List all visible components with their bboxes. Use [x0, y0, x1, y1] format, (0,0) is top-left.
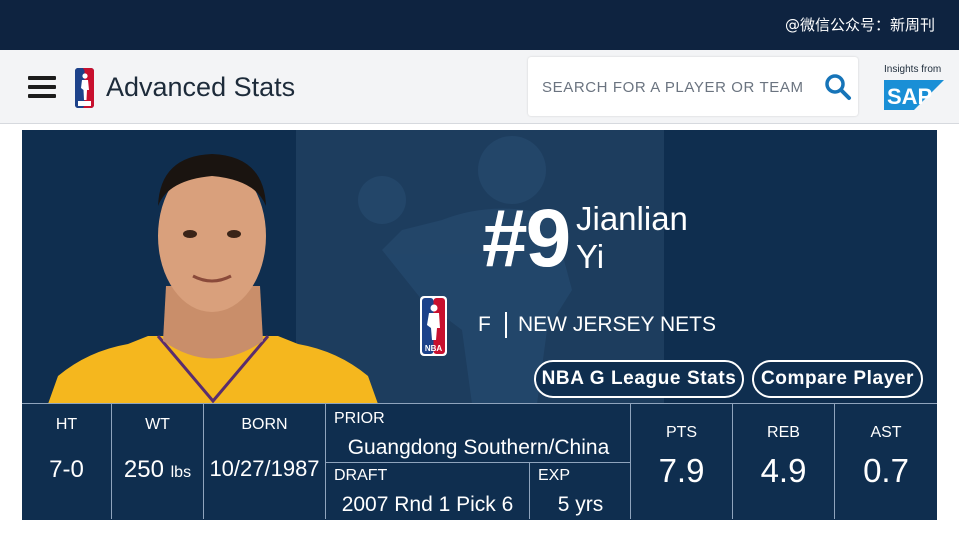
- assists-cell: AST 0.7: [835, 404, 937, 519]
- born-label: BORN: [241, 416, 288, 433]
- weight-label: WT: [145, 416, 170, 433]
- exp-value: 5 yrs: [557, 493, 604, 516]
- search-box: [528, 57, 858, 116]
- divider: [505, 312, 507, 338]
- player-last-name: Yi: [576, 238, 605, 275]
- nba-logo-icon[interactable]: [75, 68, 94, 108]
- bio-stats-bar: HT 7-0 WT 250 lbs BORN 10/27/1987 PRIOR …: [22, 403, 937, 520]
- jersey-number: #9: [482, 193, 571, 284]
- divider: [326, 462, 631, 463]
- player-card: #9 Jianlian Yi NBA F NEW JERSEY NETS NBA…: [22, 130, 937, 520]
- search-input[interactable]: [542, 75, 822, 99]
- assists-label: AST: [870, 424, 902, 441]
- player-first-name: Jianlian: [576, 200, 688, 237]
- weight-number: 250: [123, 456, 164, 483]
- weight-unit: lbs: [170, 464, 192, 481]
- player-position: F: [478, 313, 491, 336]
- draft-value: 2007 Rnd 1 Pick 6: [341, 493, 514, 516]
- top-bar: @微信公众号：新周刊: [0, 0, 959, 50]
- prior-label: PRIOR: [334, 410, 385, 427]
- prior-draft-block: PRIOR Guangdong Southern/China DRAFT 200…: [326, 404, 631, 519]
- weight-value: 250 lbs: [112, 456, 203, 484]
- sap-sponsor[interactable]: Insights from SAP: [884, 64, 946, 114]
- height-label: HT: [55, 416, 78, 433]
- prior-value: Guangdong Southern/China: [347, 436, 610, 459]
- points-value: 7.9: [658, 452, 705, 489]
- sap-logo-text: SAP: [887, 84, 932, 109]
- rebounds-label: REB: [767, 424, 800, 441]
- born-cell: BORN 10/27/1987: [204, 404, 326, 519]
- watermark: @微信公众号：新周刊: [784, 16, 935, 34]
- height-value: 7-0: [49, 456, 84, 483]
- gleague-stats-button[interactable]: NBA G League Stats: [534, 360, 744, 398]
- player-headshot: [48, 154, 378, 404]
- search-icon[interactable]: [824, 73, 852, 101]
- nba-league-logo-icon: NBA: [420, 296, 447, 356]
- born-value: 10/27/1987: [209, 456, 320, 481]
- sponsor-caption: Insights from: [884, 64, 942, 75]
- league-logo-text: NBA: [425, 344, 443, 353]
- rebounds-cell: REB 4.9: [733, 404, 835, 519]
- sap-logo-icon: SAP: [884, 80, 944, 110]
- draft-label: DRAFT: [334, 467, 388, 484]
- page-title: Advanced Stats: [106, 72, 296, 102]
- points-cell: PTS 7.9: [631, 404, 733, 519]
- assists-value: 0.7: [863, 452, 909, 489]
- player-team[interactable]: NEW JERSEY NETS: [518, 313, 716, 337]
- compare-player-button[interactable]: Compare Player: [752, 360, 923, 398]
- menu-icon[interactable]: [28, 76, 56, 98]
- rebounds-value: 4.9: [760, 452, 807, 489]
- points-label: PTS: [665, 424, 698, 441]
- exp-label: EXP: [538, 467, 571, 484]
- weight-cell: WT 250 lbs: [112, 404, 204, 519]
- height-cell: HT 7-0: [22, 404, 112, 519]
